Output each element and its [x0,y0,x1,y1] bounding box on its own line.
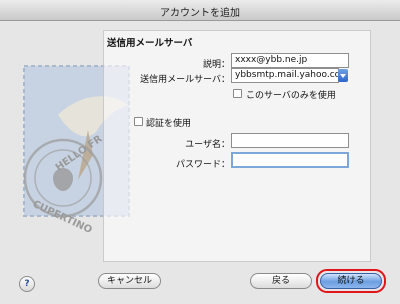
add-account-window: アカウントを追加 HELLO FR CUPERTINO 送信用メールサーバ 説明… [0,0,400,304]
password-label: パスワード： [175,160,230,170]
help-button[interactable]: ? [19,276,35,292]
only-this-server-checkbox[interactable] [233,89,242,98]
title-bar: アカウントを追加 [0,0,400,21]
only-this-server-label: このサーバのみを使用 [246,91,336,101]
use-auth-label: 認証を使用 [146,119,192,129]
chevron-down-icon[interactable] [338,69,348,82]
password-field[interactable] [231,152,349,168]
username-field[interactable] [231,133,349,148]
cancel-button[interactable]: キャンセル [98,273,161,289]
back-button[interactable]: 戻る [250,273,312,289]
continue-button[interactable]: 続ける [320,273,382,289]
username-label: ユーザ名： [185,140,230,150]
window-title: アカウントを追加 [160,8,240,19]
smtp-server-combo[interactable]: ybbsmtp.mail.yahoo.co.j [231,68,339,83]
section-title: 送信用メールサーバ [107,38,193,49]
smtp-server-label: 送信用メールサーバ： [140,75,230,85]
description-label: 説明： [202,60,230,70]
use-auth-checkbox[interactable] [134,117,143,126]
description-field[interactable]: xxxx@ybb.ne.jp [231,53,349,68]
